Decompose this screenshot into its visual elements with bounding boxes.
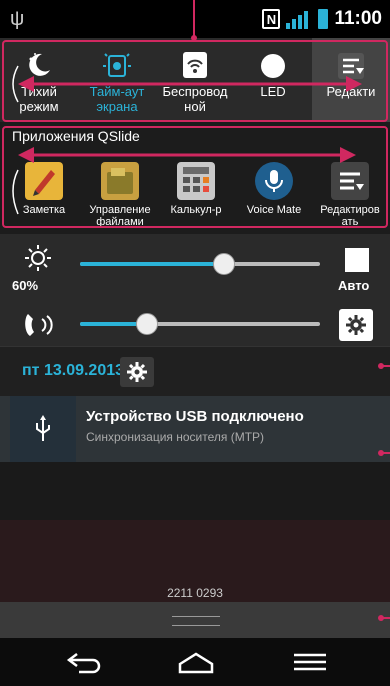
annotation-overlay <box>12 65 390 621</box>
